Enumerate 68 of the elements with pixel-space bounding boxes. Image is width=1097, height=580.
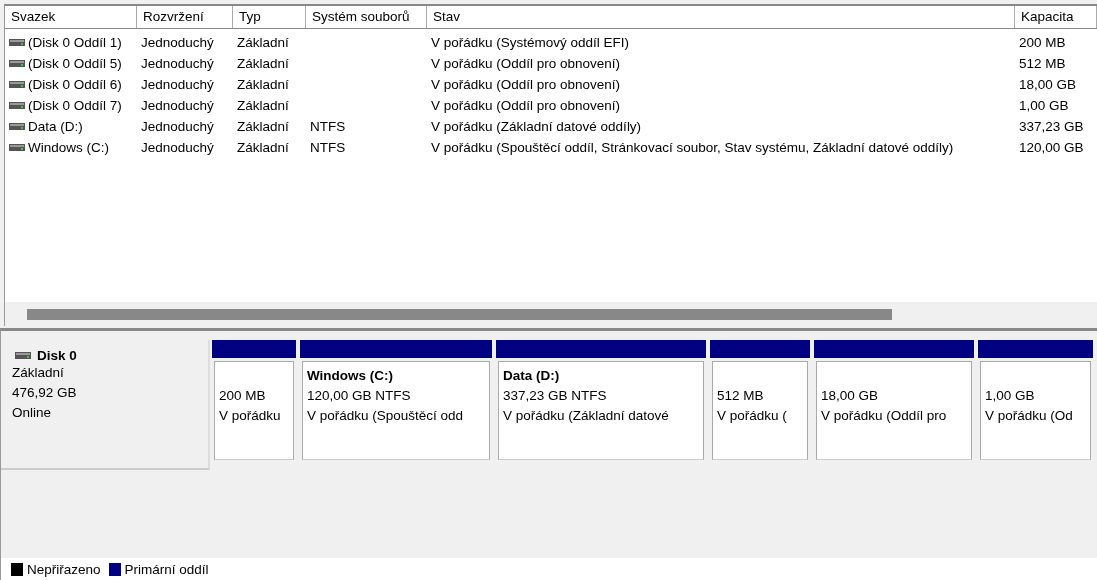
- table-cell: (Disk 0 Oddíl 6): [28, 77, 122, 92]
- table-cell: 1,00 GB: [1019, 98, 1069, 113]
- table-cell: Jednoduchý: [141, 35, 214, 50]
- disk-name: Disk 0: [37, 348, 77, 363]
- disk-size: 476,92 GB: [12, 384, 78, 402]
- table-cell: V pořádku (Oddíl pro obnovení): [431, 77, 621, 92]
- table-cell: Jednoduchý: [141, 56, 214, 71]
- table-cell: Základní: [237, 35, 289, 50]
- legend-label: Primární oddíl: [124, 561, 209, 577]
- table-cell: V pořádku (Oddíl pro obnovení): [431, 56, 621, 71]
- table-cell: 120,00 GB: [1019, 140, 1084, 155]
- column-header[interactable]: Stav: [427, 6, 1015, 28]
- scrollbar-thumb[interactable]: [27, 308, 892, 320]
- table-cell: 337,23 GB: [1019, 119, 1084, 134]
- table-cell: Základní: [237, 56, 289, 71]
- partition-status: V pořádku (: [717, 407, 788, 425]
- table-cell: Windows (C:): [28, 140, 109, 155]
- partition-size: 512 MB: [717, 387, 765, 405]
- partition-size: 337,23 GB NTFS: [503, 387, 608, 405]
- column-header[interactable]: Svazek: [5, 6, 137, 28]
- table-cell: 18,00 GB: [1019, 77, 1077, 92]
- table-cell: (Disk 0 Oddíl 7): [28, 98, 122, 113]
- column-header[interactable]: Rozvržení: [137, 6, 233, 28]
- table-cell: Jednoduchý: [141, 119, 214, 134]
- legend-label: Nepřiřazeno: [27, 561, 101, 577]
- table-cell: 200 MB: [1019, 35, 1066, 50]
- table-cell: Data (D:): [28, 119, 83, 134]
- table-cell: Jednoduchý: [141, 98, 214, 113]
- partition-size: 1,00 GB: [985, 387, 1036, 405]
- drive-icon: [9, 144, 25, 151]
- table-cell: V pořádku (Systémový oddíl EFI): [431, 35, 630, 50]
- drive-icon: [9, 102, 25, 109]
- partition-size: 200 MB: [219, 387, 267, 405]
- drive-icon: [9, 39, 25, 46]
- column-header[interactable]: Systém souborů: [306, 6, 427, 28]
- table-cell: Základní: [237, 77, 289, 92]
- disk-info-panel[interactable]: Disk 0 Základní 476,92 GB Online: [1, 340, 210, 470]
- disk-type: Základní: [12, 364, 65, 382]
- partition-status: V pořádku (Od: [985, 407, 1074, 425]
- partition-status: V pořádku: [219, 407, 282, 425]
- drive-icon: [9, 123, 25, 130]
- table-cell: V pořádku (Spouštěcí oddíl, Stránkovací soubor, Stav systému, Základní datové oddíly): [431, 140, 954, 155]
- table-cell: Základní: [237, 119, 289, 134]
- table-cell: (Disk 0 Oddíl 1): [28, 35, 122, 50]
- partition-status: V pořádku (Spouštěcí odd: [307, 407, 465, 425]
- table-cell: Základní: [237, 140, 289, 155]
- table-cell: Základní: [237, 98, 289, 113]
- partition-size: 120,00 GB NTFS: [307, 387, 412, 405]
- table-cell: (Disk 0 Oddíl 5): [28, 56, 122, 71]
- drive-icon: [9, 81, 25, 88]
- table-cell: 512 MB: [1019, 56, 1066, 71]
- table-cell: NTFS: [310, 140, 346, 155]
- horizontal-scrollbar[interactable]: [5, 302, 1097, 326]
- drive-icon: [9, 60, 25, 67]
- partition-status: V pořádku (Základní datové: [503, 407, 670, 425]
- disk-status: Online: [12, 404, 53, 422]
- partition-size: 18,00 GB: [821, 387, 880, 405]
- table-cell: V pořádku (Základní datové oddíly): [431, 119, 642, 134]
- partition-status: V pořádku (Oddíl pro: [821, 407, 948, 425]
- column-header[interactable]: Kapacita: [1015, 6, 1097, 28]
- table-cell: NTFS: [310, 119, 346, 134]
- partition-name: Windows (C:): [307, 367, 395, 385]
- partition-name: Data (D:): [503, 367, 561, 385]
- table-cell: Jednoduchý: [141, 140, 214, 155]
- table-cell: V pořádku (Oddíl pro obnovení): [431, 98, 621, 113]
- column-header[interactable]: Typ: [233, 6, 306, 28]
- table-cell: Jednoduchý: [141, 77, 214, 92]
- drive-icon: [15, 352, 31, 359]
